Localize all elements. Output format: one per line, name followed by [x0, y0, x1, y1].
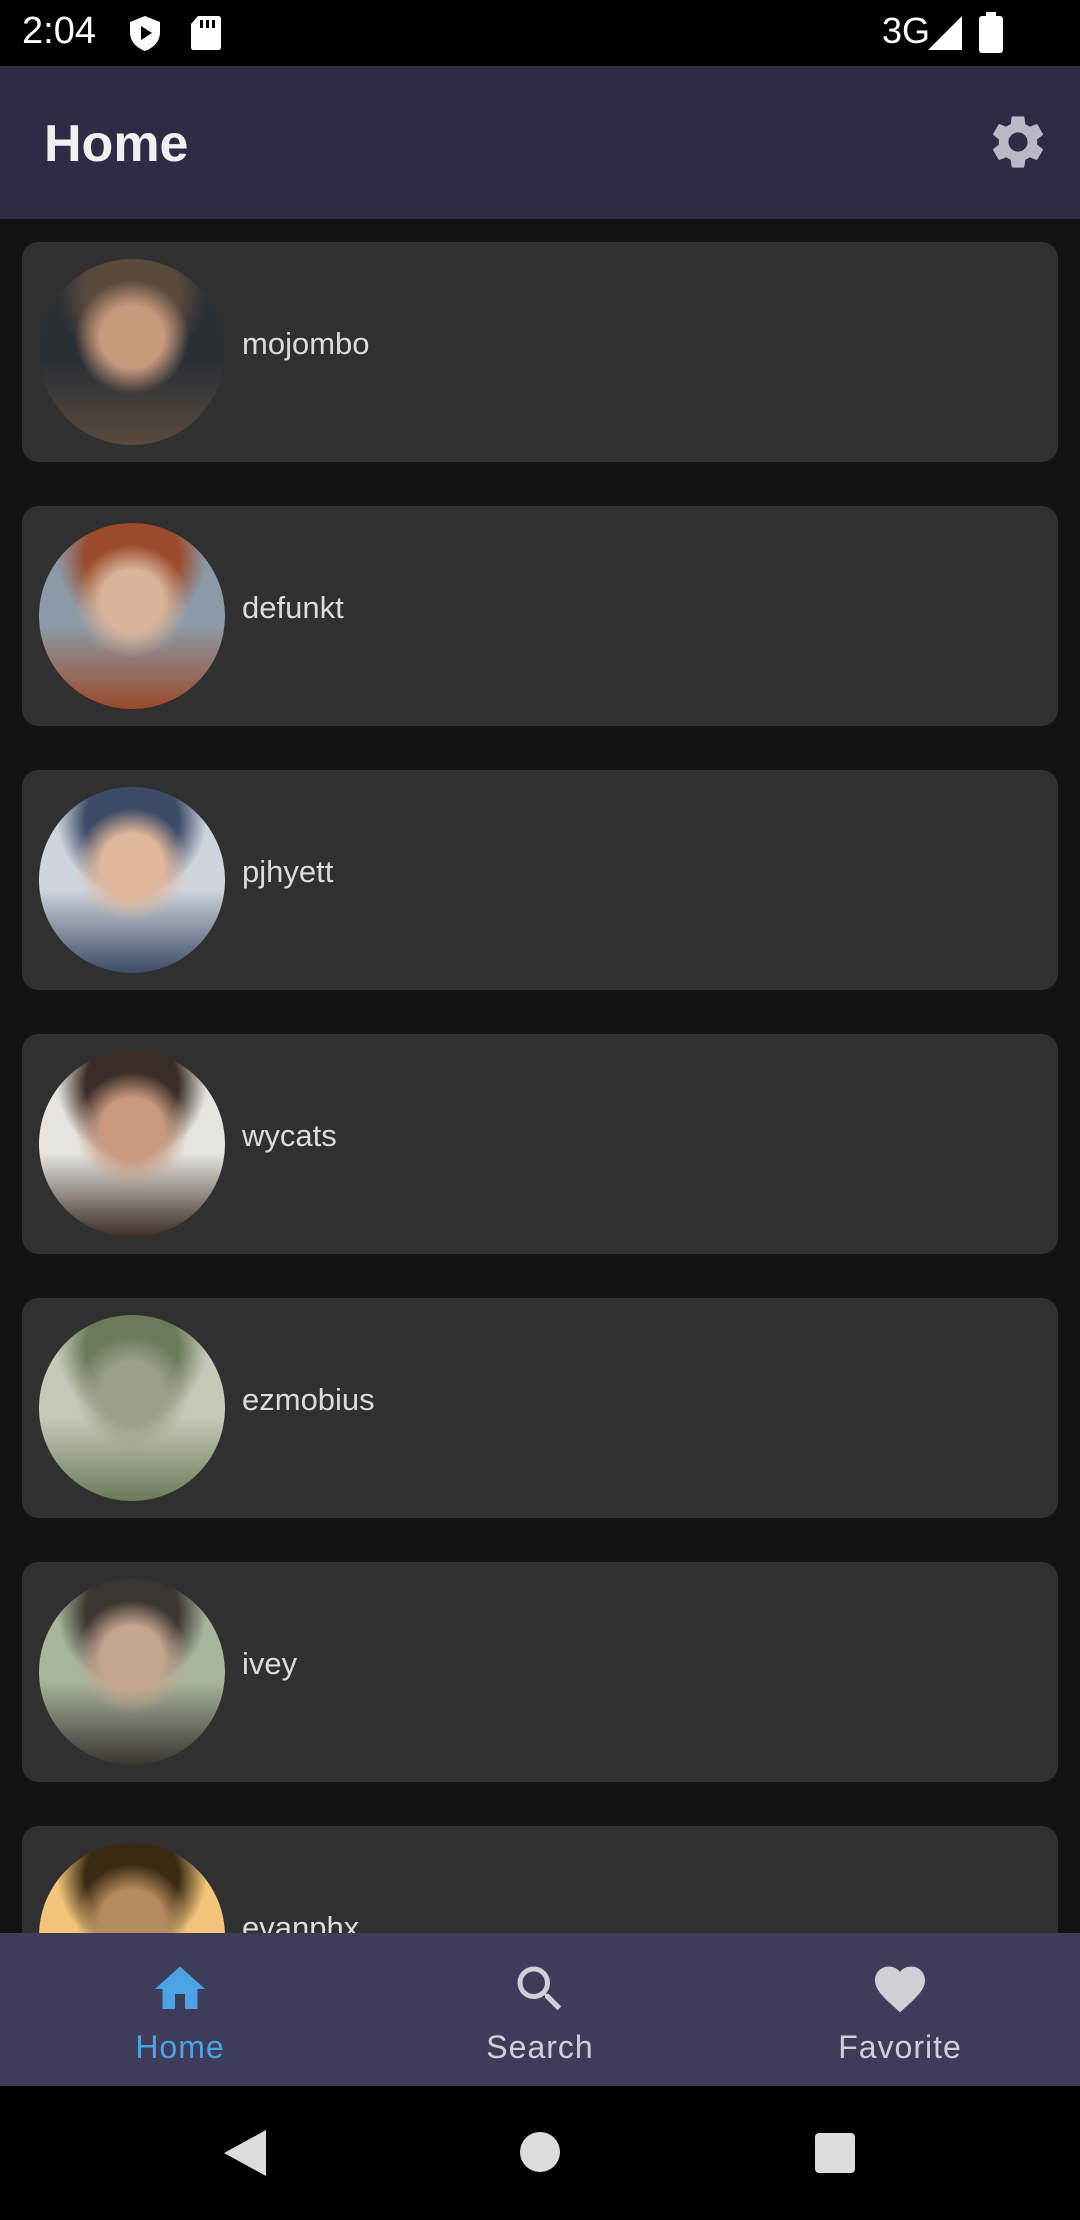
avatar — [39, 1579, 225, 1765]
username: ezmobius — [242, 1382, 375, 1417]
status-bar: 2:04 3G — [0, 0, 1080, 66]
user-list[interactable]: mojombo defunkt pjhyett wycats ezmobius … — [0, 219, 1080, 1933]
avatar — [39, 1051, 225, 1237]
user-card[interactable]: evanphx — [22, 1826, 1058, 1933]
search-icon — [517, 1966, 562, 2011]
avatar — [39, 523, 225, 709]
nav-home[interactable]: Home — [0, 1933, 360, 2086]
gear-icon — [993, 116, 1043, 168]
user-card[interactable]: defunkt — [22, 506, 1058, 726]
avatar — [39, 1315, 225, 1501]
username: pjhyett — [242, 854, 334, 889]
username: defunkt — [242, 590, 344, 625]
system-navigation — [0, 2086, 1080, 2220]
user-card[interactable]: mojombo — [22, 242, 1058, 462]
user-card[interactable]: wycats — [22, 1034, 1058, 1254]
nav-search[interactable]: Search — [360, 1933, 720, 2086]
settings-button[interactable] — [986, 110, 1050, 174]
back-icon[interactable] — [222, 2128, 268, 2178]
battery-icon — [978, 12, 1004, 59]
user-card[interactable]: ivey — [22, 1562, 1058, 1782]
nav-label: Home — [135, 2029, 225, 2065]
play-protect-icon — [128, 14, 162, 57]
username: evanphx — [242, 1910, 360, 1933]
recents-icon[interactable] — [814, 2132, 856, 2174]
username: wycats — [242, 1118, 337, 1153]
status-time: 2:04 — [22, 10, 96, 52]
nav-label: Search — [486, 2029, 594, 2065]
page-title: Home — [44, 115, 189, 173]
heart-icon — [875, 1966, 925, 2013]
avatar — [39, 787, 225, 973]
nav-favorite[interactable]: Favorite — [720, 1933, 1080, 2086]
avatar — [39, 1843, 225, 1933]
network-type: 3G — [881, 10, 930, 51]
avatar — [39, 259, 225, 445]
bottom-navigation: Home Search Favorite — [0, 1933, 1080, 2086]
user-card[interactable]: ezmobius — [22, 1298, 1058, 1518]
user-card[interactable]: pjhyett — [22, 770, 1058, 990]
sd-card-icon — [190, 14, 222, 57]
home-icon — [155, 1966, 205, 2009]
signal-icon — [926, 14, 964, 57]
app-bar: Home — [0, 66, 1080, 219]
username: ivey — [242, 1646, 298, 1681]
username: mojombo — [242, 326, 370, 361]
nav-label: Favorite — [838, 2029, 962, 2065]
home-circle-icon[interactable] — [519, 2131, 561, 2173]
